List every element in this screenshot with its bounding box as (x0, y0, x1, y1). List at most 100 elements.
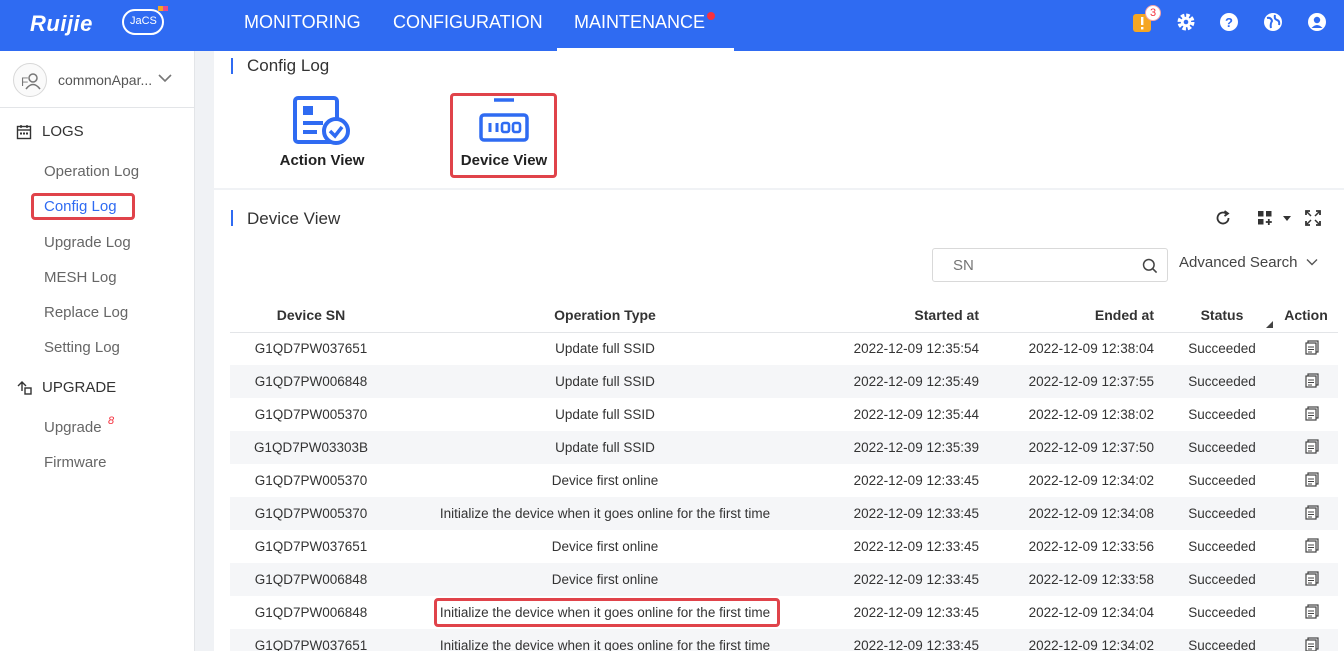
view-details-icon[interactable] (1305, 471, 1319, 490)
nav-notification-dot (707, 12, 715, 20)
table-row: G1QD7PW037651 Device first online 2022-12-… (230, 530, 1338, 563)
cell-device-sn: G1QD7PW037651 (254, 539, 368, 554)
sort-indicator-icon[interactable] (1266, 321, 1273, 328)
cell-ended-at: 2022-12-09 12:33:58 (994, 563, 1170, 596)
nav-maintenance[interactable]: MAINTENANCE (557, 0, 722, 51)
view-details-icon[interactable] (1305, 504, 1319, 523)
sn-search-input[interactable] (933, 249, 1133, 281)
cell-started-at: 2022-12-09 12:33:45 (853, 473, 979, 488)
sidebar-item-upgrade-log[interactable]: Upgrade Log (44, 234, 131, 251)
cell-operation-type: Update full SSID (392, 431, 818, 464)
cell-device-sn: G1QD7PW03303B (230, 431, 392, 464)
view-details-icon[interactable] (1305, 537, 1319, 556)
svg-text:?: ? (1225, 15, 1233, 30)
col-ended-at[interactable]: Ended at (994, 299, 1170, 333)
view-details-icon[interactable] (1305, 405, 1319, 424)
table-row: G1QD7PW006848 Initialize the device when … (230, 596, 1338, 629)
refresh-icon[interactable] (1214, 209, 1232, 227)
cell-action (1274, 365, 1338, 398)
search-icon[interactable] (1142, 258, 1158, 274)
sidebar-item-upgrade[interactable]: Upgrade 8 (44, 415, 114, 436)
view-details-icon[interactable] (1305, 340, 1319, 358)
caret-down-icon[interactable] (1282, 213, 1292, 223)
cell-started-at: 2022-12-09 12:35:44 (853, 407, 979, 422)
column-settings-icon[interactable] (1256, 209, 1274, 227)
nav-configuration[interactable]: CONFIGURATION (376, 0, 560, 51)
alert-count-badge: 3 (1145, 5, 1161, 21)
cell-started-at: 2022-12-09 12:33:45 (818, 563, 994, 596)
cell-started-at: 2022-12-09 12:33:45 (853, 605, 979, 620)
col-started-at[interactable]: Started at (818, 299, 994, 333)
user-icon[interactable] (1307, 12, 1327, 32)
col-action[interactable]: Action (1274, 299, 1338, 333)
col-operation-type[interactable]: Operation Type (392, 299, 818, 333)
table-body: G1QD7PW037651 Update full SSID 2022-12-09 … (230, 332, 1338, 651)
table-row: G1QD7PW006848 Update full SSID 2022-12-09 … (230, 365, 1338, 398)
cell-status: Succeeded (1170, 365, 1274, 398)
sidebar-item-replace-log[interactable]: Replace Log (44, 304, 128, 321)
chevron-down-icon[interactable] (158, 73, 172, 83)
cell-device-sn: G1QD7PW037651 (230, 629, 392, 651)
cell-ended-at: 2022-12-09 12:34:02 (994, 629, 1170, 651)
fullscreen-icon[interactable] (1304, 209, 1322, 227)
sidebar-item-operation-log[interactable]: Operation Log (44, 163, 139, 180)
globe-icon[interactable] (1263, 12, 1283, 32)
cell-status: Succeeded (1170, 431, 1274, 464)
cell-ended-at: 2022-12-09 12:38:02 (1028, 407, 1154, 422)
sidebar-item-setting-log[interactable]: Setting Log (44, 339, 120, 356)
action-view-button[interactable]: Action View (272, 95, 372, 173)
cell-ended-at: 2022-12-09 12:34:02 (1028, 473, 1154, 488)
user-avatar-icon: F (21, 73, 41, 90)
cloud-logo-text: JaCS (130, 15, 157, 27)
help-icon[interactable]: ? (1219, 12, 1239, 32)
view-details-icon[interactable] (1305, 372, 1319, 391)
cloud-logo-icon: JaCS (122, 9, 164, 35)
cell-operation-type: Device first online (392, 563, 818, 596)
cell-device-sn: G1QD7PW005370 (254, 407, 368, 422)
col-device-sn[interactable]: Device SN (230, 299, 392, 333)
cell-status: Succeeded (1188, 407, 1256, 422)
cell-ended-at: 2022-12-09 12:38:04 (1028, 341, 1154, 357)
device-log-table: Device SN Operation Type Started at Ende… (230, 299, 1338, 651)
user-name: commonApar... (58, 72, 153, 88)
cell-operation-type: Initialize the device when it goes onlin… (392, 497, 818, 530)
view-details-icon[interactable] (1305, 438, 1319, 457)
table-row: G1QD7PW037651 Initialize the device when … (230, 629, 1338, 651)
user-selector[interactable]: F commonApar... (0, 51, 194, 108)
highlight-box-device-view (450, 93, 557, 178)
sn-search-box[interactable] (932, 248, 1168, 282)
action-view-icon (293, 96, 350, 145)
cell-started-at: 2022-12-09 12:35:54 (853, 341, 979, 357)
cell-action (1274, 431, 1338, 464)
cell-ended-at: 2022-12-09 12:37:50 (994, 431, 1170, 464)
cell-ended-at: 2022-12-09 12:34:04 (1028, 605, 1154, 620)
cell-operation-type: Update full SSID (392, 365, 818, 398)
advanced-search-toggle[interactable]: Advanced Search (1179, 254, 1318, 271)
gear-icon[interactable] (1176, 12, 1196, 32)
cell-status: Succeeded (1188, 539, 1256, 554)
cell-status: Succeeded (1188, 341, 1256, 357)
table-row: G1QD7PW005370 Device first online 2022-12-… (230, 464, 1338, 497)
view-details-icon[interactable] (1305, 636, 1319, 651)
nav-monitoring[interactable]: MONITORING (227, 0, 378, 51)
cell-status: Succeeded (1170, 563, 1274, 596)
cell-device-sn: G1QD7PW006848 (230, 563, 392, 596)
avatar: F (13, 63, 47, 97)
cell-operation-type: Update full SSID (555, 407, 655, 422)
sidebar-item-mesh-log[interactable]: MESH Log (44, 269, 117, 286)
cell-status: Succeeded (1188, 473, 1256, 488)
sidebar-item-firmware[interactable]: Firmware (44, 454, 107, 471)
title-accent-bar (231, 58, 233, 74)
cell-action (1274, 497, 1338, 530)
view-details-icon[interactable] (1305, 570, 1319, 589)
cell-status: Succeeded (1170, 497, 1274, 530)
col-status[interactable]: Status (1170, 299, 1274, 333)
cell-device-sn: G1QD7PW037651 (254, 341, 368, 357)
table-row: G1QD7PW037651 Update full SSID 2022-12-09 … (230, 332, 1338, 365)
sidebar: F commonApar... LOGS Operation Log Confi… (0, 51, 195, 651)
logo-square-icon (163, 6, 168, 11)
ruijie-logo[interactable]: Ruijie JaCS (30, 6, 170, 39)
view-details-icon[interactable] (1305, 603, 1319, 622)
cell-operation-type: Initialize the device when it goes onlin… (392, 629, 818, 651)
config-log-panel: Config Log Action View Device View (214, 51, 1344, 188)
